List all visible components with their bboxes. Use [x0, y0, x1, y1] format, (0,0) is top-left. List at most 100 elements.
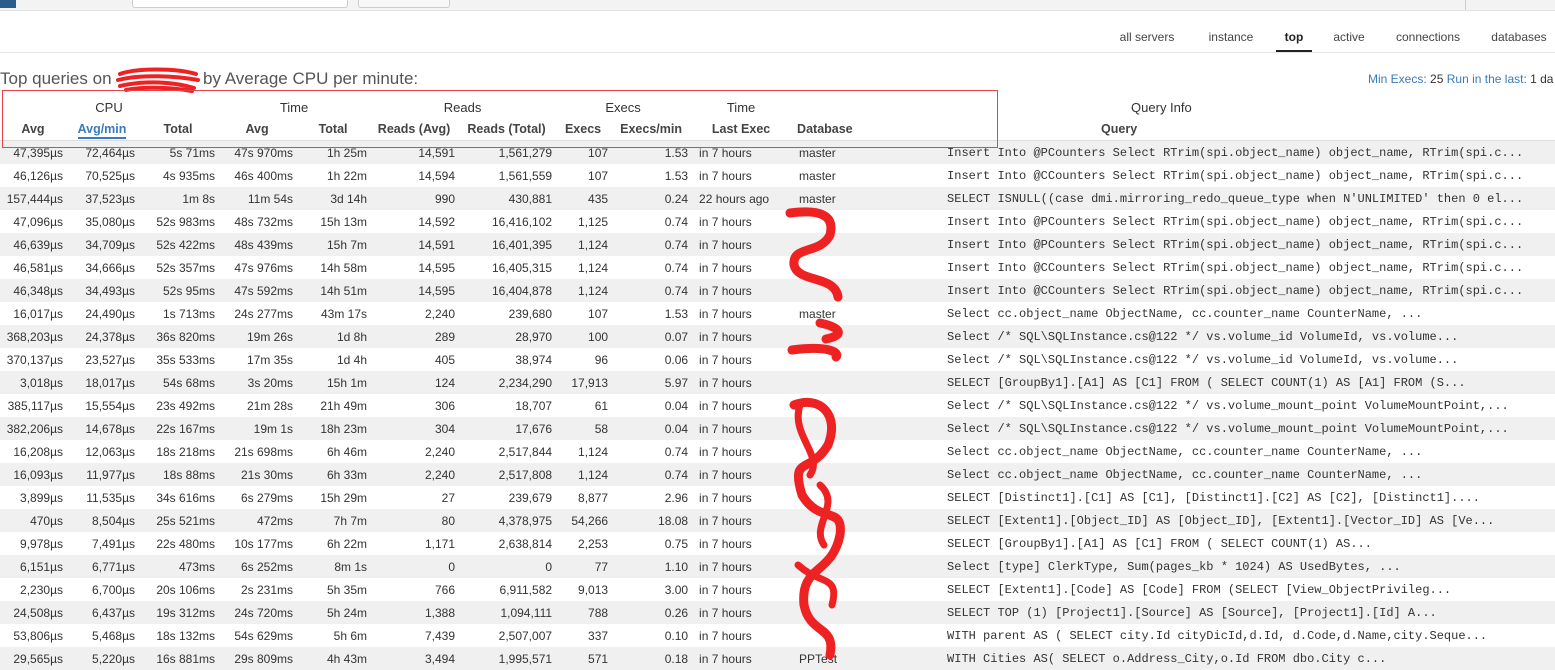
cell-query[interactable]: Insert Into @PCounters Select RTrim(spi.…: [941, 141, 1555, 165]
table-row[interactable]: 2,230µs6,700µs20s 106ms2s 231ms5h 35m766…: [0, 578, 1555, 601]
cell-query[interactable]: Insert Into @PCounters Select RTrim(spi.…: [941, 210, 1555, 233]
cell-cpu-avg-min: 15,554µs: [66, 394, 138, 417]
tab-connections[interactable]: connections: [1391, 30, 1465, 52]
table-row[interactable]: 3,899µs11,535µs34s 616ms6s 279ms15h 29m2…: [0, 486, 1555, 509]
cell-query[interactable]: Select /* SQL\SQLInstance.cs@122 */ vs.v…: [941, 348, 1555, 371]
table-row[interactable]: 470µs8,504µs25s 521ms472ms7h 7m804,378,9…: [0, 509, 1555, 532]
cell-query[interactable]: SELECT [GroupBy1].[A1] AS [C1] FROM ( SE…: [941, 532, 1555, 555]
table-row[interactable]: 157,444µs37,523µs1m 8s11m 54s3d 14h99043…: [0, 187, 1555, 210]
col-cpu-total[interactable]: Total: [138, 118, 218, 141]
cell-query[interactable]: SELECT [Extent1].[Object_ID] AS [Object_…: [941, 509, 1555, 532]
table-row[interactable]: 46,581µs34,666µs52s 357ms47s 976ms14h 58…: [0, 256, 1555, 279]
tab-top[interactable]: top: [1276, 30, 1312, 52]
table-row[interactable]: 53,806µs5,468µs18s 132ms54s 629ms5h 6m7,…: [0, 624, 1555, 647]
cell-query[interactable]: Select /* SQL\SQLInstance.cs@122 */ vs.v…: [941, 325, 1555, 348]
table-row[interactable]: 46,348µs34,493µs52s 95ms47s 592ms14h 51m…: [0, 279, 1555, 302]
tab-active[interactable]: active: [1329, 30, 1369, 52]
cell-query[interactable]: Select cc.object_name ObjectName, cc.cou…: [941, 302, 1555, 325]
cell-time-avg: 54s 629ms: [218, 624, 296, 647]
col-time-total[interactable]: Total: [296, 118, 370, 141]
cell-query[interactable]: Insert Into @CCounters Select RTrim(spi.…: [941, 164, 1555, 187]
col-reads-avg[interactable]: Reads (Avg): [370, 118, 458, 141]
table-row[interactable]: 47,395µs72,464µs5s 71ms47s 970ms1h 25m14…: [0, 141, 1555, 165]
cell-cpu-total: 22s 167ms: [138, 417, 218, 440]
group-execs: Execs: [555, 96, 691, 118]
table-row[interactable]: 46,126µs70,525µs4s 935ms46s 400ms1h 22m1…: [0, 164, 1555, 187]
table-row[interactable]: 385,117µs15,554µs23s 492ms21m 28s21h 49m…: [0, 394, 1555, 417]
cell-execs: 61: [555, 394, 611, 417]
cell-database: [791, 532, 941, 555]
cell-cpu-avg: 46,126µs: [0, 164, 66, 187]
col-reads-total[interactable]: Reads (Total): [458, 118, 555, 141]
cell-query[interactable]: Select /* SQL\SQLInstance.cs@122 */ vs.v…: [941, 394, 1555, 417]
cell-query[interactable]: Select cc.object_name ObjectName, cc.cou…: [941, 440, 1555, 463]
cell-query[interactable]: Select cc.object_name ObjectName, cc.cou…: [941, 463, 1555, 486]
cell-query[interactable]: Select [type] ClerkType, Sum(pages_kb * …: [941, 555, 1555, 578]
cell-query[interactable]: Insert Into @CCounters Select RTrim(spi.…: [941, 256, 1555, 279]
col-query[interactable]: Query: [941, 118, 1555, 141]
cell-database: [791, 348, 941, 371]
col-last-exec[interactable]: Last Exec: [691, 118, 791, 141]
table-row[interactable]: 16,093µs11,977µs18s 88ms21s 30ms6h 33m2,…: [0, 463, 1555, 486]
table-row[interactable]: 368,203µs24,378µs36s 820ms19m 26s1d 8h28…: [0, 325, 1555, 348]
cell-execs-min: 0.74: [611, 440, 691, 463]
col-cpu-avg-min[interactable]: Avg/min: [66, 118, 138, 141]
cell-query[interactable]: SELECT [Distinct1].[C1] AS [C1], [Distin…: [941, 486, 1555, 509]
col-cpu-avg[interactable]: Avg: [0, 118, 66, 141]
toolbar-divider: [1465, 0, 1466, 10]
cell-query[interactable]: SELECT TOP (1) [Project1].[Source] AS [S…: [941, 601, 1555, 624]
table-row[interactable]: 3,018µs18,017µs54s 68ms3s 20ms15h 1m1242…: [0, 371, 1555, 394]
tab-databases[interactable]: databases: [1487, 30, 1551, 52]
cell-last-exec: in 7 hours: [691, 555, 791, 578]
table-row[interactable]: 24,508µs6,437µs19s 312ms24s 720ms5h 24m1…: [0, 601, 1555, 624]
col-execs-min[interactable]: Execs/min: [611, 118, 691, 141]
cell-database: [791, 463, 941, 486]
table-row[interactable]: 47,096µs35,080µs52s 983ms48s 732ms15h 13…: [0, 210, 1555, 233]
toolbar-button[interactable]: [358, 0, 450, 8]
table-body: 47,395µs72,464µs5s 71ms47s 970ms1h 25m14…: [0, 141, 1555, 670]
min-execs-link[interactable]: Min Execs:: [1368, 72, 1427, 86]
cell-query[interactable]: WITH parent AS ( SELECT city.Id cityDicI…: [941, 624, 1555, 647]
run-in-last-link[interactable]: Run in the last:: [1447, 72, 1527, 86]
table-row[interactable]: 16,017µs24,490µs1s 713ms24s 277ms43m 17s…: [0, 302, 1555, 325]
table-row[interactable]: 382,206µs14,678µs22s 167ms19m 1s18h 23m3…: [0, 417, 1555, 440]
cell-cpu-total: 16s 881ms: [138, 647, 218, 670]
table-row[interactable]: 9,978µs7,491µs22s 480ms10s 177ms6h 22m1,…: [0, 532, 1555, 555]
server-search-input[interactable]: [132, 0, 348, 8]
cell-cpu-avg: 3,018µs: [0, 371, 66, 394]
cell-query[interactable]: SELECT [Extent1].[Code] AS [Code] FROM (…: [941, 578, 1555, 601]
cell-cpu-avg: 29,565µs: [0, 647, 66, 670]
tab-instance[interactable]: instance: [1202, 30, 1260, 52]
cell-reads-total: 4,378,975: [458, 509, 555, 532]
cell-reads-avg: 1,388: [370, 601, 458, 624]
cell-database: [791, 509, 941, 532]
cell-query[interactable]: SELECT [GroupBy1].[A1] AS [C1] FROM ( SE…: [941, 371, 1555, 394]
cell-reads-total: 16,416,102: [458, 210, 555, 233]
cell-query[interactable]: WITH Cities AS( SELECT o.Address_City,o.…: [941, 647, 1555, 670]
table-row[interactable]: 16,208µs12,063µs18s 218ms21s 698ms6h 46m…: [0, 440, 1555, 463]
table-row[interactable]: 29,565µs5,220µs16s 881ms29s 809ms4h 43m3…: [0, 647, 1555, 670]
cell-cpu-total: 5s 71ms: [138, 141, 218, 165]
col-execs[interactable]: Execs: [555, 118, 611, 141]
cell-execs-min: 2.96: [611, 486, 691, 509]
cell-cpu-avg: 47,096µs: [0, 210, 66, 233]
cell-time-total: 7h 7m: [296, 509, 370, 532]
table-row[interactable]: 370,137µs23,527µs35s 533ms17m 35s1d 4h40…: [0, 348, 1555, 371]
col-database[interactable]: Database: [791, 118, 941, 141]
cell-reads-avg: 124: [370, 371, 458, 394]
cell-time-avg: 3s 20ms: [218, 371, 296, 394]
cell-cpu-total: 25s 521ms: [138, 509, 218, 532]
cell-query[interactable]: Insert Into @CCounters Select RTrim(spi.…: [941, 279, 1555, 302]
cell-time-avg: 24s 277ms: [218, 302, 296, 325]
cell-query[interactable]: SELECT ISNULL((case dmi.mirroring_redo_q…: [941, 187, 1555, 210]
table-row[interactable]: 46,639µs34,709µs52s 422ms48s 439ms15h 7m…: [0, 233, 1555, 256]
cell-time-avg: 21s 698ms: [218, 440, 296, 463]
cell-last-exec: in 7 hours: [691, 486, 791, 509]
tab-all-servers[interactable]: all servers: [1116, 30, 1178, 52]
cell-query[interactable]: Insert Into @PCounters Select RTrim(spi.…: [941, 233, 1555, 256]
top-queries-table: CPU Time Reads Execs Time Query Info Avg…: [0, 96, 1555, 670]
cell-query[interactable]: Select /* SQL\SQLInstance.cs@122 */ vs.v…: [941, 417, 1555, 440]
col-time-avg[interactable]: Avg: [218, 118, 296, 141]
app-logo[interactable]: [0, 0, 16, 8]
table-row[interactable]: 6,151µs6,771µs473ms6s 252ms8m 1s00771.10…: [0, 555, 1555, 578]
